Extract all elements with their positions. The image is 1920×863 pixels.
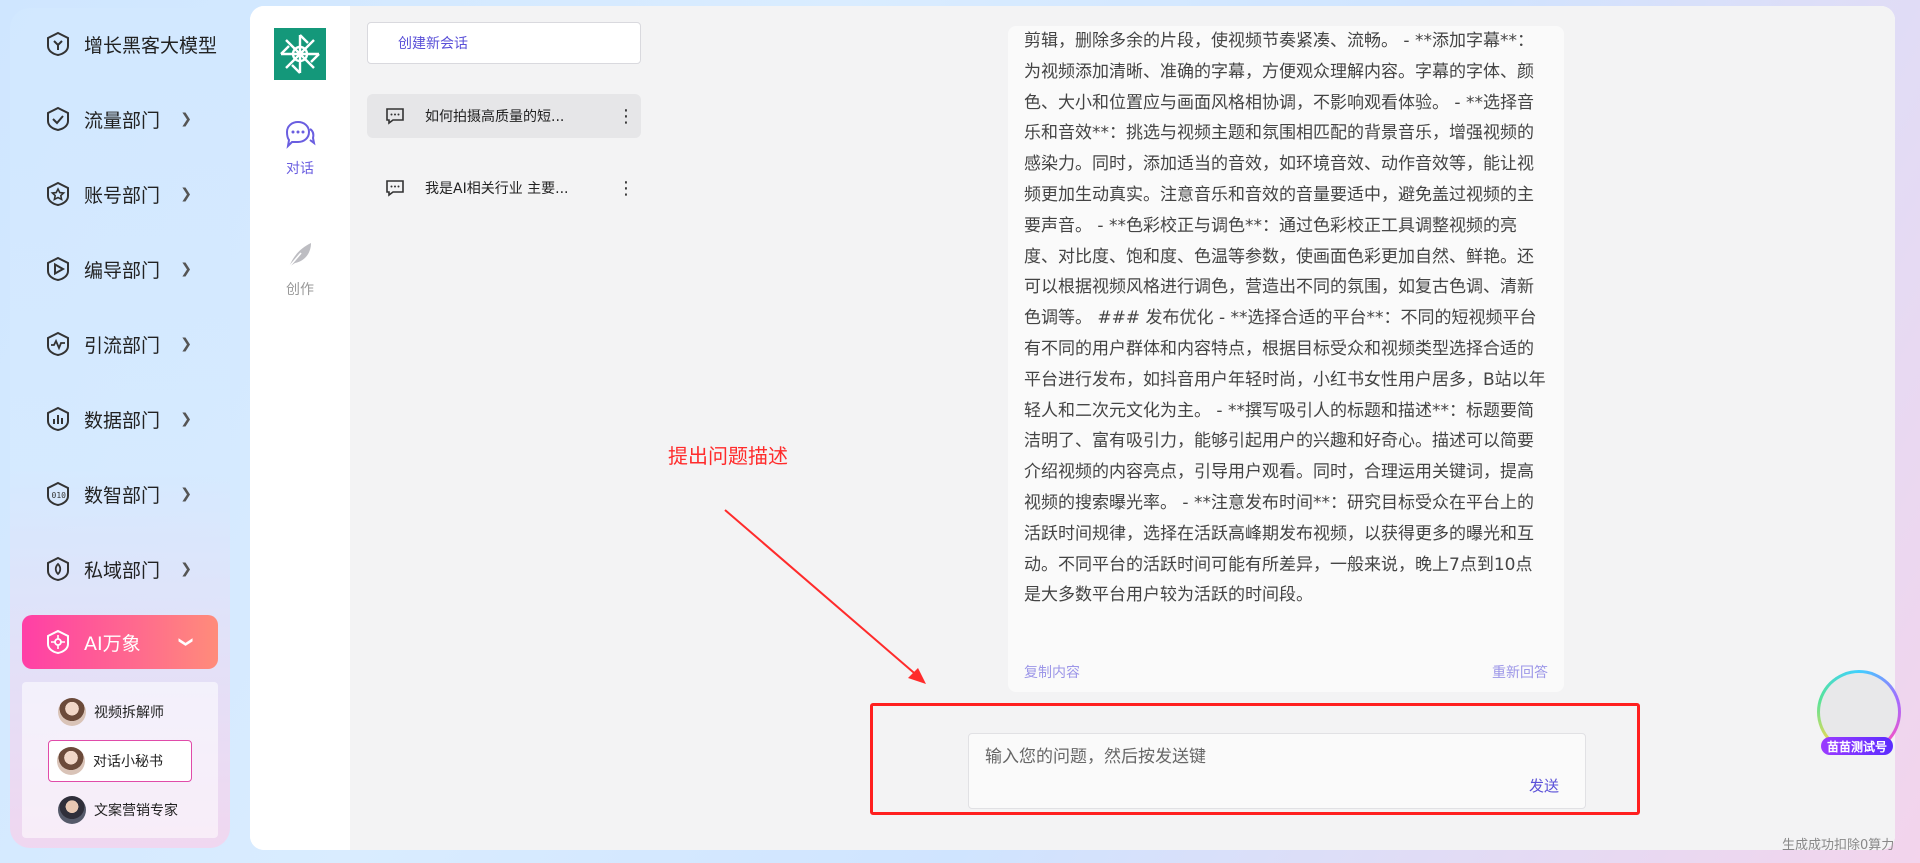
- ai-flower-icon: [44, 628, 72, 656]
- answer-text: 剪辑，删除多余的片段，使视频节奏紧凑、流畅。 - **添加字幕**：为视频添加清…: [1024, 31, 1546, 606]
- chat-bubbles-icon: [283, 120, 317, 154]
- account-badge: 苗苗测试号: [1821, 737, 1893, 755]
- annotation-label: 提出问题描述: [668, 444, 788, 468]
- submenu-label: 文案营销专家: [94, 803, 178, 819]
- shield-play-icon: [44, 255, 72, 283]
- nav-item-director[interactable]: 编导部门 ❯: [22, 241, 218, 297]
- chevron-down-icon: ❯: [178, 636, 195, 648]
- chat-bubble-icon: [385, 179, 409, 197]
- submenu-item-chat-secretary[interactable]: 对话小秘书: [48, 740, 192, 782]
- left-sidebar: 增长黑客大模型 流量部门 ❯ 账号部门 ❯ 编导部门 ❯ 引流部门 ❯ 数据部门: [10, 8, 230, 848]
- feather-icon: [283, 243, 317, 275]
- more-vertical-icon[interactable]: ⋮: [611, 178, 641, 199]
- shield-lock-icon: [44, 555, 72, 583]
- question-input-box: 发送: [968, 733, 1586, 809]
- regenerate-button[interactable]: 重新回答: [1492, 662, 1548, 682]
- nav-label: 引流部门: [84, 334, 161, 357]
- nav-label: 账号部门: [84, 184, 161, 207]
- chevron-right-icon: ❯: [180, 336, 192, 352]
- brand-shield-icon: [44, 30, 72, 58]
- nav-label: 数智部门: [84, 484, 161, 507]
- chevron-right-icon: ❯: [180, 186, 192, 202]
- more-vertical-icon[interactable]: ⋮: [611, 106, 641, 127]
- chevron-right-icon: ❯: [180, 486, 192, 502]
- shield-binary-icon: 010: [44, 480, 72, 508]
- submenu-label: 对话小秘书: [93, 754, 163, 770]
- ai-answer-bubble: 剪辑，删除多余的片段，使视频节奏紧凑、流畅。 - **添加字幕**：为视频添加清…: [1008, 26, 1564, 692]
- new-session-button[interactable]: 创建新会话: [367, 22, 641, 64]
- shield-wave-icon: [44, 330, 72, 358]
- brand-item[interactable]: 增长黑客大模型: [22, 16, 218, 72]
- chevron-right-icon: ❯: [180, 411, 192, 427]
- session-list-panel: 创建新会话 如何拍摄高质量的短... ⋮ 我是AI相关行业 主要... ⋮: [350, 6, 660, 850]
- nav-item-data[interactable]: 数据部门 ❯: [22, 391, 218, 447]
- send-button[interactable]: 发送: [1529, 775, 1559, 796]
- submenu-label: 视频拆解师: [94, 705, 164, 721]
- nav-item-private[interactable]: 私域部门 ❯: [22, 541, 218, 597]
- session-title: 如何拍摄高质量的短...: [425, 109, 565, 125]
- nav-item-ai-wanxiang[interactable]: AI万象 ❯: [22, 615, 218, 669]
- submenu-item-video-analyst[interactable]: 视频拆解师: [50, 692, 164, 732]
- nav-item-account[interactable]: 账号部门 ❯: [22, 166, 218, 222]
- avatar: [57, 747, 85, 775]
- nav-label: 数据部门: [84, 409, 161, 432]
- rail-chat-label: 对话: [286, 161, 314, 177]
- avatar: [58, 796, 86, 824]
- answer-actions: 复制内容 重新回答: [1024, 662, 1548, 682]
- status-text: 生成成功扣除0算力: [1782, 838, 1895, 853]
- nav-label: 私域部门: [84, 559, 161, 582]
- session-item[interactable]: 我是AI相关行业 主要... ⋮: [367, 166, 641, 210]
- app-logo: [274, 28, 326, 80]
- chat-bubble-icon: [385, 107, 409, 125]
- nav-item-traffic[interactable]: 流量部门 ❯: [22, 91, 218, 147]
- nav-item-intelligence[interactable]: 010 数智部门 ❯: [22, 466, 218, 522]
- avatar: [58, 698, 86, 726]
- question-input[interactable]: [983, 746, 1547, 768]
- nav-label: 编导部门: [84, 259, 161, 282]
- chevron-right-icon: ❯: [180, 261, 192, 277]
- session-item[interactable]: 如何拍摄高质量的短... ⋮: [367, 94, 641, 138]
- brand-label: 增长黑客大模型: [84, 34, 218, 57]
- chevron-right-icon: ❯: [180, 561, 192, 577]
- shield-chart-icon: [44, 405, 72, 433]
- session-title: 我是AI相关行业 主要...: [425, 181, 569, 197]
- ai-submenu: 视频拆解师 对话小秘书 文案营销专家: [22, 682, 218, 838]
- shield-check-icon: [44, 105, 72, 133]
- chevron-right-icon: ❯: [180, 111, 192, 127]
- submenu-item-copywriter[interactable]: 文案营销专家: [50, 790, 178, 830]
- nav-label: 流量部门: [84, 109, 161, 132]
- rail-chat-button[interactable]: 对话: [250, 118, 350, 178]
- nav-label: AI万象: [84, 632, 141, 655]
- rail-create-label: 创作: [286, 282, 314, 298]
- rail-create-button[interactable]: 创作: [250, 239, 350, 299]
- shield-star-icon: [44, 180, 72, 208]
- svg-text:010: 010: [52, 491, 67, 500]
- copy-content-button[interactable]: 复制内容: [1024, 662, 1080, 682]
- app-rail: 对话 创作: [250, 6, 350, 850]
- nav-item-leads[interactable]: 引流部门 ❯: [22, 316, 218, 372]
